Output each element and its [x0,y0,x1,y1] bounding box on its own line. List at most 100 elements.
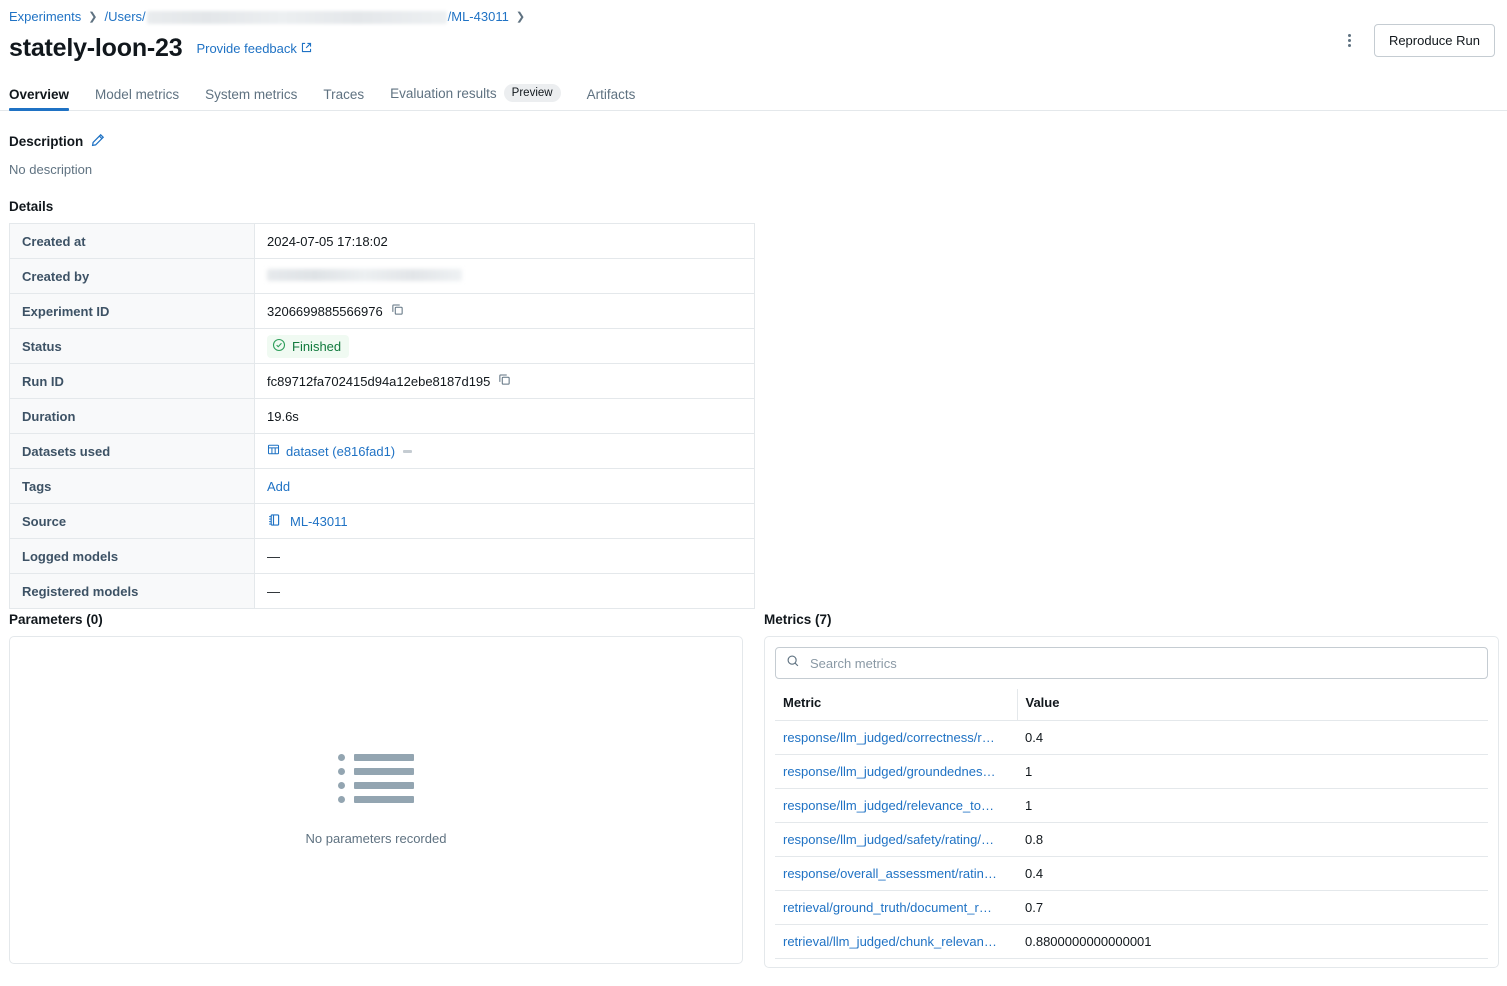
parameters-panel: Parameters (0) No parameters recorded [0,612,755,968]
redacted-user [267,269,462,281]
breadcrumb: Experiments ❯ /Users//ML-43011 ❯ [0,0,1507,26]
breadcrumb-users-path[interactable]: /Users//ML-43011 [104,8,508,26]
metric-value-cell: 1 [1017,755,1488,789]
list-icon-bar [354,768,414,775]
tab-system-metrics[interactable]: System metrics [205,87,297,110]
metric-name-cell: response/llm_judged/correctness/r… [775,721,1017,755]
list-icon-dot [338,768,345,775]
reproduce-run-button[interactable]: Reproduce Run [1374,24,1495,57]
details-key-logged-models: Logged models [10,539,255,574]
metric-link[interactable]: response/overall_assessment/ratin… [783,866,997,881]
provide-feedback-link[interactable]: Provide feedback [196,41,311,56]
tab-model-metrics[interactable]: Model metrics [95,87,179,110]
metric-value-cell: 0.4 [1017,721,1488,755]
metric-link[interactable]: retrieval/ground_truth/document_r… [783,900,992,915]
list-icon-dot [338,754,345,761]
metric-link[interactable]: retrieval/llm_judged/chunk_relevan… [783,934,997,949]
kebab-dot-2 [1348,39,1351,42]
metric-value-cell: 0.4 [1017,857,1488,891]
metric-link[interactable]: response/llm_judged/groundednes… [783,764,995,779]
provide-feedback-label: Provide feedback [196,41,296,56]
pencil-icon [91,133,105,150]
description-heading-row: Description [9,133,1507,150]
more-actions-button[interactable] [1336,27,1364,55]
chevron-right-icon-2: ❯ [516,8,525,26]
metric-link[interactable]: response/llm_judged/relevance_to… [783,798,994,813]
tab-artifacts-label: Artifacts [587,87,636,102]
tab-artifacts[interactable]: Artifacts [587,87,636,110]
metric-name-cell: retrieval/llm_judged/chunk_relevan… [775,925,1017,959]
metric-value-cell: 0.7 [1017,891,1488,925]
details-value-source: ML-43011 [255,504,755,539]
table-row: Experiment ID 3206699885566976 [10,294,755,329]
tab-bar: Overview Model metrics System metrics Tr… [0,78,1507,111]
details-value-logged-models: — [255,539,755,574]
details-key-registered-models: Registered models [10,574,255,609]
details-key-experiment-id: Experiment ID [10,294,255,329]
metrics-title: Metrics (7) [764,612,1493,627]
details-value-tags: Add [255,469,755,504]
preview-badge: Preview [504,84,561,102]
list-icon-dot [338,796,345,803]
table-row: Duration 19.6s [10,399,755,434]
list-icon-row [338,768,414,775]
details-key-source: Source [10,504,255,539]
metric-name-cell: response/llm_judged/relevance_to… [775,789,1017,823]
status-label: Finished [292,339,341,354]
table-row: response/llm_judged/groundednes… 1 [775,755,1488,789]
metric-value-cell: 0.8 [1017,823,1488,857]
tab-traces[interactable]: Traces [323,87,364,110]
tab-model-metrics-label: Model metrics [95,87,179,102]
metrics-table: Metric Value response/llm_judged/correct… [775,689,1488,959]
kebab-dot-1 [1348,34,1351,37]
table-row: retrieval/llm_judged/chunk_relevan… 0.88… [775,925,1488,959]
tab-overview[interactable]: Overview [9,87,69,110]
experiment-id-text: 3206699885566976 [267,304,383,319]
details-table: Created at 2024-07-05 17:18:02 Created b… [9,223,755,609]
kebab-dot-3 [1348,44,1351,47]
bottom-panels: Parameters (0) No parameters recorded Me… [0,612,1507,968]
table-row: Created at 2024-07-05 17:18:02 [10,224,755,259]
details-value-datasets-used: dataset (e816fad1) [255,434,755,469]
tab-traces-label: Traces [323,87,364,102]
table-row: Datasets used dataset (e816fad1) [10,434,755,469]
details-key-datasets-used: Datasets used [10,434,255,469]
breadcrumb-users-prefix: /Users/ [104,9,145,24]
list-icon-bar [354,782,414,789]
table-row: Status Finished [10,329,755,364]
source-link[interactable]: ML-43011 [290,514,348,529]
edit-description-button[interactable] [91,133,105,150]
table-row: retrieval/ground_truth/document_r… 0.7 [775,891,1488,925]
search-input[interactable] [808,655,1477,672]
check-circle-icon [272,338,286,355]
table-row: Created by [10,259,755,294]
parameters-empty-state: No parameters recorded [9,636,743,964]
table-row: response/llm_judged/safety/rating/… 0.8 [775,823,1488,857]
add-tag-link[interactable]: Add [267,479,290,494]
metrics-panel: Metrics (7) Metric Value [755,612,1500,968]
parameters-title: Parameters (0) [9,612,755,627]
metric-name-cell: response/overall_assessment/ratin… [775,857,1017,891]
table-row: Registered models — [10,574,755,609]
details-value-created-at: 2024-07-05 17:18:02 [255,224,755,259]
details-value-status: Finished [255,329,755,364]
breadcrumb-experiments[interactable]: Experiments [9,8,81,26]
redacted-path [147,11,447,24]
copy-experiment-id-button[interactable] [391,303,404,319]
tab-evaluation-results[interactable]: Evaluation results Preview [390,84,560,110]
copy-run-id-button[interactable] [498,373,511,389]
table-row: Logged models — [10,539,755,574]
metrics-search[interactable] [775,647,1488,679]
table-row: response/overall_assessment/ratin… 0.4 [775,857,1488,891]
metrics-header-row: Metric Value [775,689,1488,721]
metric-link[interactable]: response/llm_judged/correctness/r… [783,730,995,745]
dataset-chip-dash [403,450,412,453]
metric-link[interactable]: response/llm_judged/safety/rating/… [783,832,994,847]
details-key-created-at: Created at [10,224,255,259]
description-body: No description [9,162,1507,177]
list-icon-row [338,754,414,761]
tab-system-metrics-label: System metrics [205,87,297,102]
dataset-link[interactable]: dataset (e816fad1) [286,444,395,459]
copy-icon [498,373,511,389]
details-value-created-by [255,259,755,294]
